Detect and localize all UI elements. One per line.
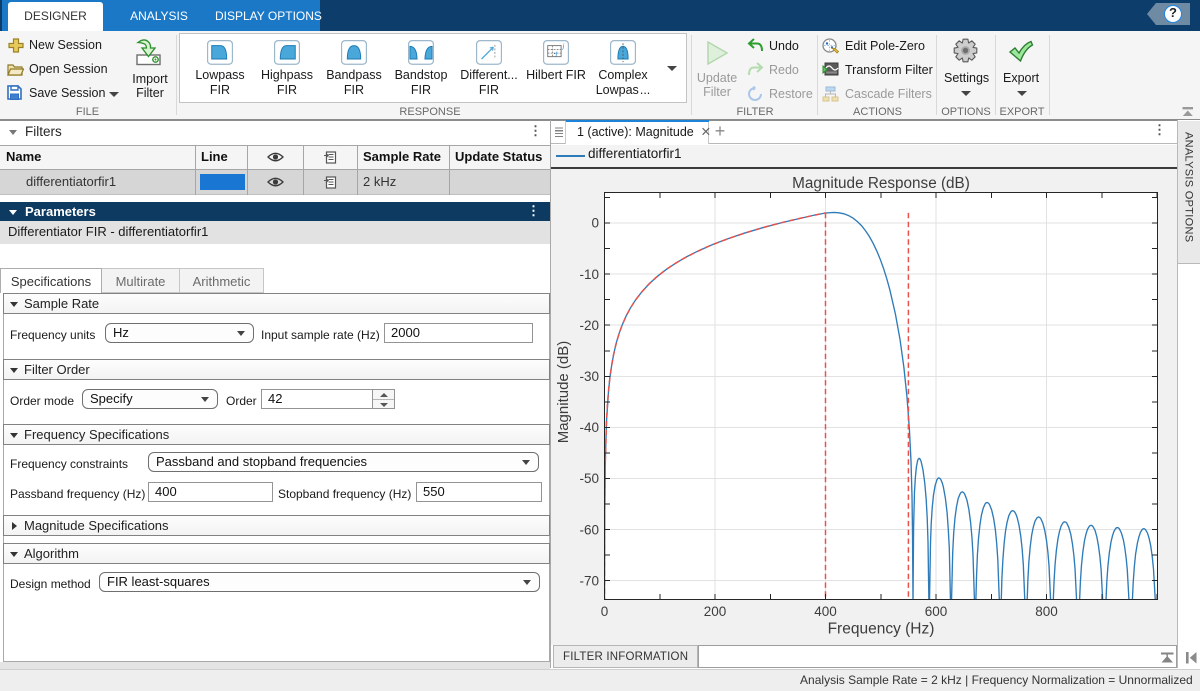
svg-text:800: 800 xyxy=(1035,604,1058,619)
svg-text:Magnitude (dB): Magnitude (dB) xyxy=(555,340,572,443)
svg-text:600: 600 xyxy=(925,604,948,619)
svg-text:-40: -40 xyxy=(579,420,599,435)
svg-text:400: 400 xyxy=(814,604,837,619)
svg-text:-70: -70 xyxy=(579,573,599,588)
svg-text:-j: -j xyxy=(554,50,558,57)
svg-text:-20: -20 xyxy=(579,317,599,332)
svg-text:0: 0 xyxy=(601,604,609,619)
svg-text:-50: -50 xyxy=(579,471,599,486)
svg-text:-10: -10 xyxy=(579,266,599,281)
svg-text:0: 0 xyxy=(591,215,599,230)
svg-text:Frequency (Hz): Frequency (Hz) xyxy=(828,620,935,637)
svg-text:200: 200 xyxy=(704,604,727,619)
svg-text:-60: -60 xyxy=(579,522,599,537)
svg-text:Magnitude Response (dB): Magnitude Response (dB) xyxy=(792,175,970,192)
svg-text:-30: -30 xyxy=(579,369,599,384)
